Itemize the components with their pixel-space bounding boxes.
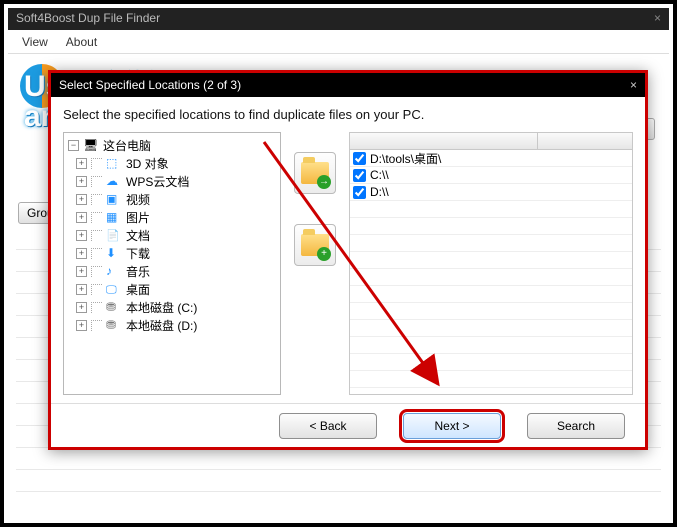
tree-item[interactable]: 3D 对象 — [76, 154, 278, 172]
location-path: D:\tools\桌面\ — [370, 150, 441, 167]
tree-item[interactable]: 视频 — [76, 190, 278, 208]
locations-header — [349, 132, 633, 150]
plus-badge-icon — [317, 247, 331, 261]
cube-icon — [106, 156, 122, 170]
music-icon — [106, 264, 122, 278]
tree-item[interactable]: 本地磁盘 (C:) — [76, 298, 278, 316]
expand-icon[interactable] — [76, 194, 87, 205]
expand-icon[interactable] — [76, 176, 87, 187]
locations-list[interactable]: D:\tools\桌面\C:\\ D:\\ — [349, 150, 633, 395]
video-icon — [106, 192, 122, 206]
desk-icon — [106, 282, 122, 296]
tree-root[interactable]: 这台电脑 — [68, 136, 278, 154]
app-title: Soft4Boost Dup File Finder — [16, 11, 160, 27]
expand-icon[interactable] — [76, 212, 87, 223]
menubar: View About — [8, 30, 669, 54]
location-path: D:\\ — [370, 185, 389, 199]
tree-item[interactable]: WPS云文档 — [76, 172, 278, 190]
expand-icon[interactable] — [76, 230, 87, 241]
window-close-icon[interactable]: × — [654, 11, 661, 27]
tree-item[interactable]: 本地磁盘 (D:) — [76, 316, 278, 334]
pc-icon — [83, 138, 99, 152]
back-button[interactable]: < Back — [279, 413, 377, 439]
add-location-button[interactable] — [294, 152, 336, 194]
location-checkbox[interactable] — [353, 169, 366, 182]
dialog-instruction: Select the specified locations to find d… — [51, 97, 645, 128]
menu-about[interactable]: About — [60, 33, 103, 50]
expand-icon[interactable] — [76, 302, 87, 313]
disk-icon — [106, 318, 122, 332]
tree-item[interactable]: 音乐 — [76, 262, 278, 280]
expand-icon[interactable] — [76, 320, 87, 331]
new-location-button[interactable] — [294, 224, 336, 266]
dialog-title: Select Specified Locations (2 of 3) — [59, 78, 241, 92]
folder-tree[interactable]: 这台电脑 3D 对象WPS云文档视频图片文档下载音乐桌面本地磁盘 (C:)本地磁… — [63, 132, 281, 395]
location-row[interactable]: C:\\ — [350, 167, 632, 184]
expand-icon[interactable] — [68, 140, 79, 151]
location-row[interactable]: D:\tools\桌面\ — [350, 150, 632, 167]
doc-icon — [106, 228, 122, 242]
tree-item[interactable]: 文档 — [76, 226, 278, 244]
location-checkbox[interactable] — [353, 186, 366, 199]
cloud-icon — [106, 174, 122, 188]
location-path: C:\\ — [370, 168, 389, 182]
disk-icon — [106, 300, 122, 314]
pic-icon — [106, 210, 122, 224]
menu-view[interactable]: View — [16, 33, 54, 50]
next-button[interactable]: Next > — [403, 413, 501, 439]
expand-icon[interactable] — [76, 248, 87, 259]
expand-icon[interactable] — [76, 266, 87, 277]
tree-item[interactable]: 图片 — [76, 208, 278, 226]
arrow-badge-icon — [317, 175, 331, 189]
expand-icon[interactable] — [76, 158, 87, 169]
expand-icon[interactable] — [76, 284, 87, 295]
tree-item[interactable]: 桌面 — [76, 280, 278, 298]
search-button[interactable]: Search — [527, 413, 625, 439]
location-checkbox[interactable] — [353, 152, 366, 165]
location-row[interactable]: D:\\ — [350, 184, 632, 201]
locations-dialog: Select Specified Locations (2 of 3) × Se… — [48, 70, 648, 450]
tree-item[interactable]: 下载 — [76, 244, 278, 262]
dl-icon — [106, 246, 122, 260]
dialog-close-icon[interactable]: × — [630, 78, 637, 92]
